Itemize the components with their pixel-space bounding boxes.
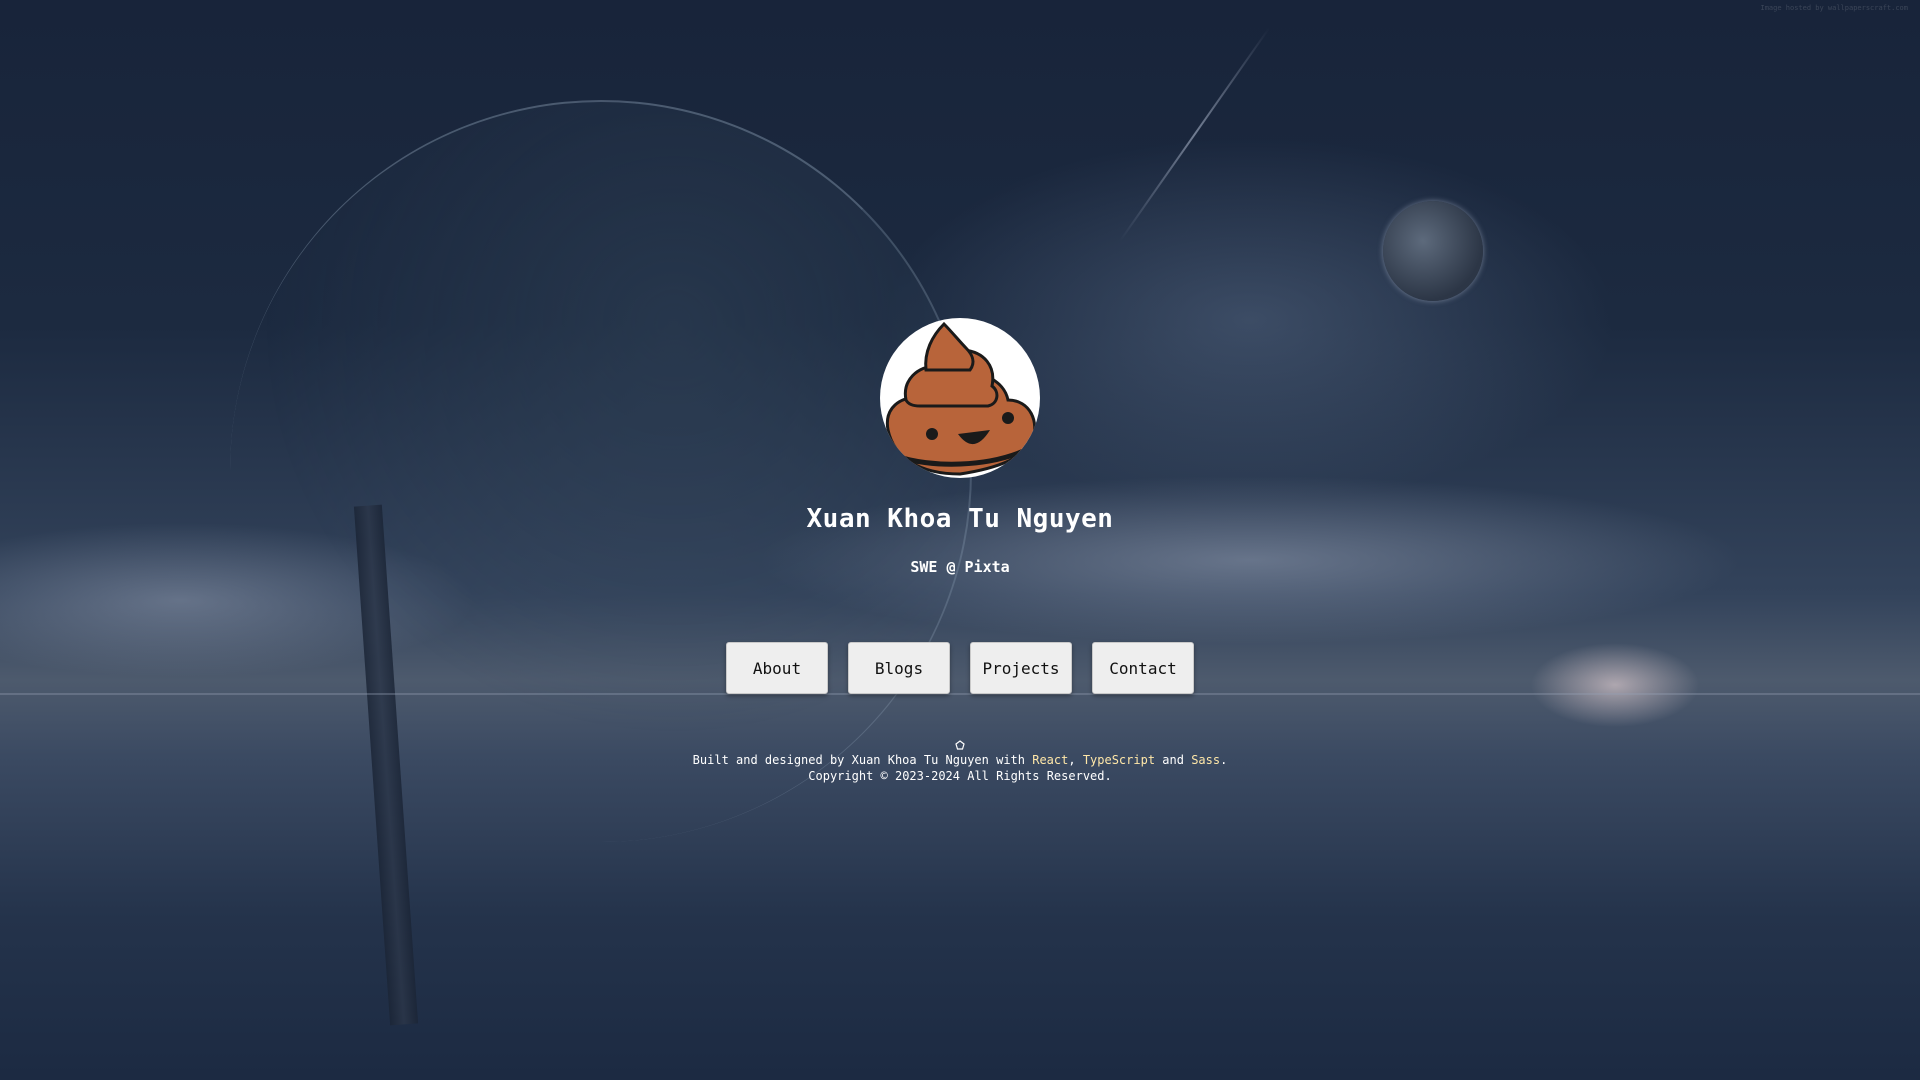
blogs-button[interactable]: Blogs	[848, 642, 950, 694]
about-button[interactable]: About	[726, 642, 828, 694]
avatar	[880, 318, 1040, 478]
poop-emoji-icon	[885, 321, 1037, 476]
footer-period: .	[1220, 753, 1228, 767]
main-content: Xuan Khoa Tu Nguyen SWE @ Pixta About Bl…	[0, 0, 1920, 1080]
pentagon-icon	[955, 740, 965, 750]
footer-separator: and	[1155, 753, 1192, 767]
typescript-link[interactable]: TypeScript	[1083, 753, 1155, 767]
profile-name: Xuan Khoa Tu Nguyen	[806, 504, 1114, 534]
sass-link[interactable]: Sass	[1191, 753, 1220, 767]
footer: Built and designed by Xuan Khoa Tu Nguye…	[693, 740, 1228, 784]
footer-copyright: Copyright © 2023-2024 All Rights Reserve…	[808, 769, 1112, 783]
footer-built-line: Built and designed by Xuan Khoa Tu Nguye…	[693, 752, 1228, 768]
contact-button[interactable]: Contact	[1092, 642, 1194, 694]
footer-separator: ,	[1068, 753, 1083, 767]
profile-subtitle: SWE @ Pixta	[910, 558, 1010, 576]
projects-button[interactable]: Projects	[970, 642, 1072, 694]
nav-buttons: About Blogs Projects Contact	[726, 642, 1194, 694]
react-link[interactable]: React	[1032, 753, 1068, 767]
footer-built-text: Built and designed by Xuan Khoa Tu Nguye…	[692, 753, 1033, 767]
